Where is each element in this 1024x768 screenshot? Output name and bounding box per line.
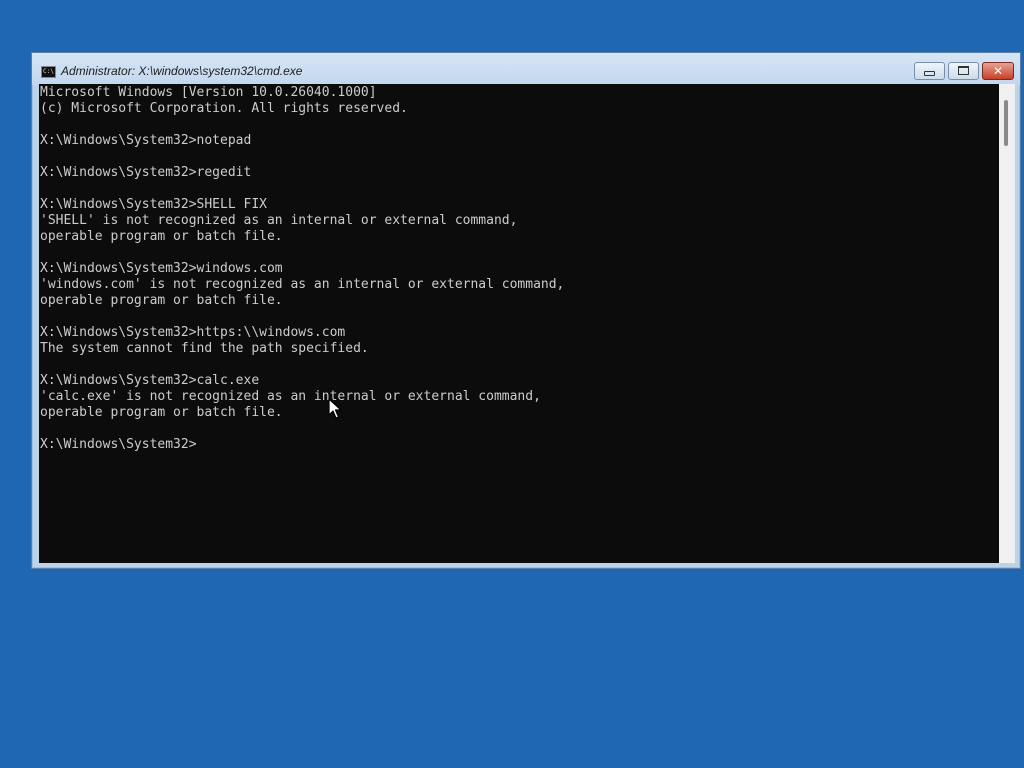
console-line: The system cannot find the path specifie… xyxy=(40,341,369,356)
minimize-button[interactable] xyxy=(914,62,945,80)
console-line: X:\Windows\System32>SHELL FIX xyxy=(40,197,267,212)
console-line: operable program or batch file. xyxy=(40,405,283,420)
close-icon: ✕ xyxy=(992,64,1004,78)
vertical-scrollbar[interactable] xyxy=(999,84,1015,563)
console-line: X:\Windows\System32>regedit xyxy=(40,165,252,180)
console-line: 'windows.com' is not recognized as an in… xyxy=(40,277,565,292)
console-text[interactable]: Microsoft Windows [Version 10.0.26040.10… xyxy=(39,84,999,453)
maximize-icon xyxy=(958,66,969,75)
console-line: X:\Windows\System32>notepad xyxy=(40,133,252,148)
maximize-button[interactable] xyxy=(948,62,979,80)
mouse-pointer-icon xyxy=(328,398,342,419)
console-line: X:\Windows\System32>https:\\windows.com xyxy=(40,325,346,340)
minimize-icon xyxy=(924,71,935,76)
close-button[interactable]: ✕ xyxy=(982,62,1014,80)
console-line: operable program or batch file. xyxy=(40,229,283,244)
window-title: Administrator: X:\windows\system32\cmd.e… xyxy=(61,64,303,78)
console-output[interactable]: Microsoft Windows [Version 10.0.26040.10… xyxy=(39,84,999,563)
cmd-icon[interactable]: C:\ xyxy=(41,66,56,78)
scrollbar-thumb[interactable] xyxy=(1004,100,1008,146)
desktop: C:\ Administrator: X:\windows\system32\c… xyxy=(0,0,1024,768)
console-line: (c) Microsoft Corporation. All rights re… xyxy=(40,101,408,116)
console-line: X:\Windows\System32>calc.exe xyxy=(40,373,260,388)
console-line: X:\Windows\System32> xyxy=(40,437,197,452)
console-line: operable program or batch file. xyxy=(40,293,283,308)
console-line: Microsoft Windows [Version 10.0.26040.10… xyxy=(40,85,377,100)
console-line: 'SHELL' is not recognized as an internal… xyxy=(40,213,518,228)
console-line: X:\Windows\System32>windows.com xyxy=(40,261,283,276)
cmd-window[interactable]: C:\ Administrator: X:\windows\system32\c… xyxy=(31,52,1021,569)
console-line: 'calc.exe' is not recognized as an inter… xyxy=(40,389,541,404)
title-bar[interactable]: C:\ Administrator: X:\windows\system32\c… xyxy=(32,53,1020,85)
